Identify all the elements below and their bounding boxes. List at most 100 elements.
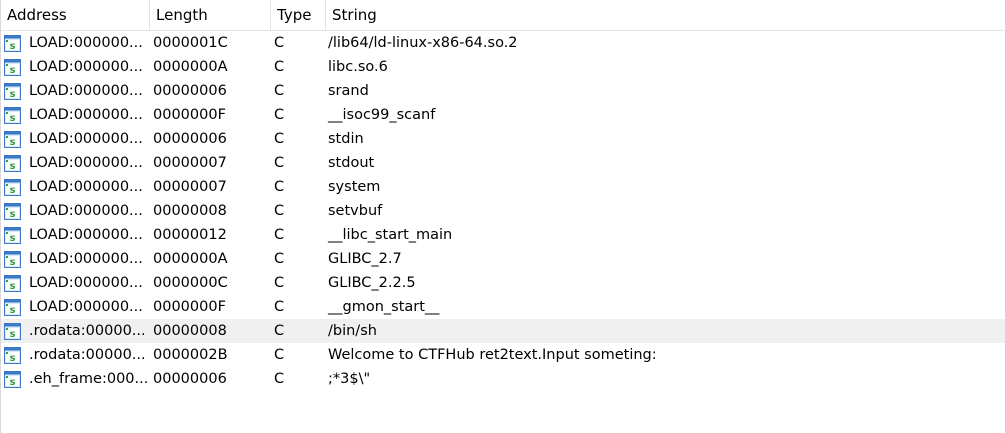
svg-text:s: s xyxy=(10,353,16,364)
svg-text:s: s xyxy=(10,185,16,196)
string-icon: s xyxy=(4,82,21,100)
string-icon: s xyxy=(4,130,21,148)
type-cell: C xyxy=(274,155,285,171)
type-cell: C xyxy=(274,323,285,339)
string-icon: s xyxy=(4,370,21,388)
address-cell: LOAD:000000... xyxy=(29,155,143,171)
type-cell: C xyxy=(274,203,285,219)
table-row[interactable]: s LOAD:000000... 0000000A C GLIBC_2.7 xyxy=(1,247,1005,271)
table-row[interactable]: s LOAD:000000... 0000000F C __gmon_start__ xyxy=(1,295,1005,319)
string-icon: s xyxy=(4,322,21,340)
table-row[interactable]: s LOAD:000000... 0000000F C __isoc99_scanf xyxy=(1,103,1005,127)
svg-text:s: s xyxy=(10,89,16,100)
string-icon: s xyxy=(4,106,21,124)
table-row[interactable]: s .rodata:00000... 00000008 C/bin/sh xyxy=(1,319,1005,343)
svg-text:s: s xyxy=(10,209,16,220)
table-row[interactable]: s LOAD:000000... 00000012 C __libc_start_mai… xyxy=(1,223,1005,247)
address-cell: LOAD:000000... xyxy=(29,227,143,243)
address-cell: LOAD:000000... xyxy=(29,35,143,51)
address-cell: .rodata:00000... xyxy=(29,347,146,363)
table-row[interactable]: s LOAD:000000... 00000006 Cstdin xyxy=(1,127,1005,151)
type-cell: C xyxy=(274,131,285,147)
length-cell: 00000006 xyxy=(153,371,227,387)
svg-text:s: s xyxy=(10,65,16,76)
string-cell: __isoc99_scanf xyxy=(328,107,436,123)
length-cell: 0000000C xyxy=(153,275,228,291)
length-cell: 00000012 xyxy=(153,227,227,243)
table-row[interactable]: s LOAD:000000... 0000000C C GLIBC_2.2.5 xyxy=(1,271,1005,295)
string-icon: s xyxy=(4,34,21,52)
column-header-length[interactable]: Length xyxy=(150,0,271,30)
length-cell: 00000008 xyxy=(153,323,227,339)
string-icon: s xyxy=(4,178,21,196)
length-cell: 0000002B xyxy=(153,347,228,363)
svg-text:s: s xyxy=(10,137,16,148)
string-icon: s xyxy=(4,346,21,364)
string-cell: ;*3$\" xyxy=(328,371,371,387)
type-cell: C xyxy=(274,107,285,123)
length-cell: 0000000F xyxy=(153,299,226,315)
type-cell: C xyxy=(274,347,285,363)
string-cell: srand xyxy=(328,83,369,99)
address-cell: LOAD:000000... xyxy=(29,131,143,147)
svg-text:s: s xyxy=(10,113,16,124)
svg-text:s: s xyxy=(10,329,16,340)
type-cell: C xyxy=(274,275,285,291)
address-cell: LOAD:000000... xyxy=(29,179,143,195)
address-cell: LOAD:000000... xyxy=(29,83,143,99)
length-cell: 00000007 xyxy=(153,155,227,171)
svg-text:s: s xyxy=(10,305,16,316)
length-cell: 00000008 xyxy=(153,203,227,219)
type-cell: C xyxy=(274,299,285,315)
svg-text:s: s xyxy=(10,281,16,292)
string-icon: s xyxy=(4,202,21,220)
string-cell: GLIBC_2.2.5 xyxy=(328,275,416,291)
string-cell: system xyxy=(328,179,381,195)
type-cell: C xyxy=(274,35,285,51)
string-cell: libc.so.6 xyxy=(328,59,388,75)
address-cell: LOAD:000000... xyxy=(29,107,143,123)
address-cell: LOAD:000000... xyxy=(29,59,143,75)
string-icon: s xyxy=(4,250,21,268)
type-cell: C xyxy=(274,371,285,387)
string-icon: s xyxy=(4,154,21,172)
string-icon: s xyxy=(4,298,21,316)
length-cell: 0000001C xyxy=(153,35,228,51)
column-header-address[interactable]: Address xyxy=(1,0,150,30)
table-row[interactable]: s LOAD:000000... 00000007 Csystem xyxy=(1,175,1005,199)
table-row[interactable]: s .rodata:00000... 0000002B C Welcome to CTF… xyxy=(1,343,1005,367)
length-cell: 00000006 xyxy=(153,83,227,99)
length-cell: 0000000F xyxy=(153,107,226,123)
string-cell: Welcome to CTFHub ret2text.Input sometin… xyxy=(328,347,657,363)
address-cell: LOAD:000000... xyxy=(29,275,143,291)
string-cell: GLIBC_2.7 xyxy=(328,251,402,267)
table-row[interactable]: s LOAD:000000... 0000000A Clibc.so.6 xyxy=(1,55,1005,79)
string-cell: /bin/sh xyxy=(328,323,377,339)
table-body: s LOAD:000000... 0000001C C/lib64/ld-linux-… xyxy=(1,31,1005,391)
length-cell: 0000000A xyxy=(153,59,228,75)
string-cell: stdout xyxy=(328,155,375,171)
table-row[interactable]: s .eh_frame:000... 00000006 C ;*3$\" xyxy=(1,367,1005,391)
svg-text:s: s xyxy=(10,257,16,268)
length-cell: 00000007 xyxy=(153,179,227,195)
svg-text:s: s xyxy=(10,41,16,52)
strings-table: Address Length Type String s LOAD:000000.… xyxy=(0,0,1005,433)
svg-text:s: s xyxy=(10,377,16,388)
string-icon: s xyxy=(4,226,21,244)
address-cell: .rodata:00000... xyxy=(29,323,146,339)
table-row[interactable]: s LOAD:000000... 00000008 Csetvbuf xyxy=(1,199,1005,223)
column-header-type[interactable]: Type xyxy=(271,0,326,30)
length-cell: 00000006 xyxy=(153,131,227,147)
table-row[interactable]: s LOAD:000000... 0000001C C/lib64/ld-linux-… xyxy=(1,31,1005,55)
table-row[interactable]: s LOAD:000000... 00000007 Cstdout xyxy=(1,151,1005,175)
string-cell: stdin xyxy=(328,131,364,147)
string-cell: __gmon_start__ xyxy=(328,299,440,315)
string-icon: s xyxy=(4,58,21,76)
table-header: Address Length Type String xyxy=(1,0,1005,31)
string-cell: setvbuf xyxy=(328,203,383,219)
column-header-string[interactable]: String xyxy=(326,0,1005,30)
table-row[interactable]: s LOAD:000000... 00000006 Csrand xyxy=(1,79,1005,103)
type-cell: C xyxy=(274,251,285,267)
type-cell: C xyxy=(274,59,285,75)
svg-text:s: s xyxy=(10,161,16,172)
